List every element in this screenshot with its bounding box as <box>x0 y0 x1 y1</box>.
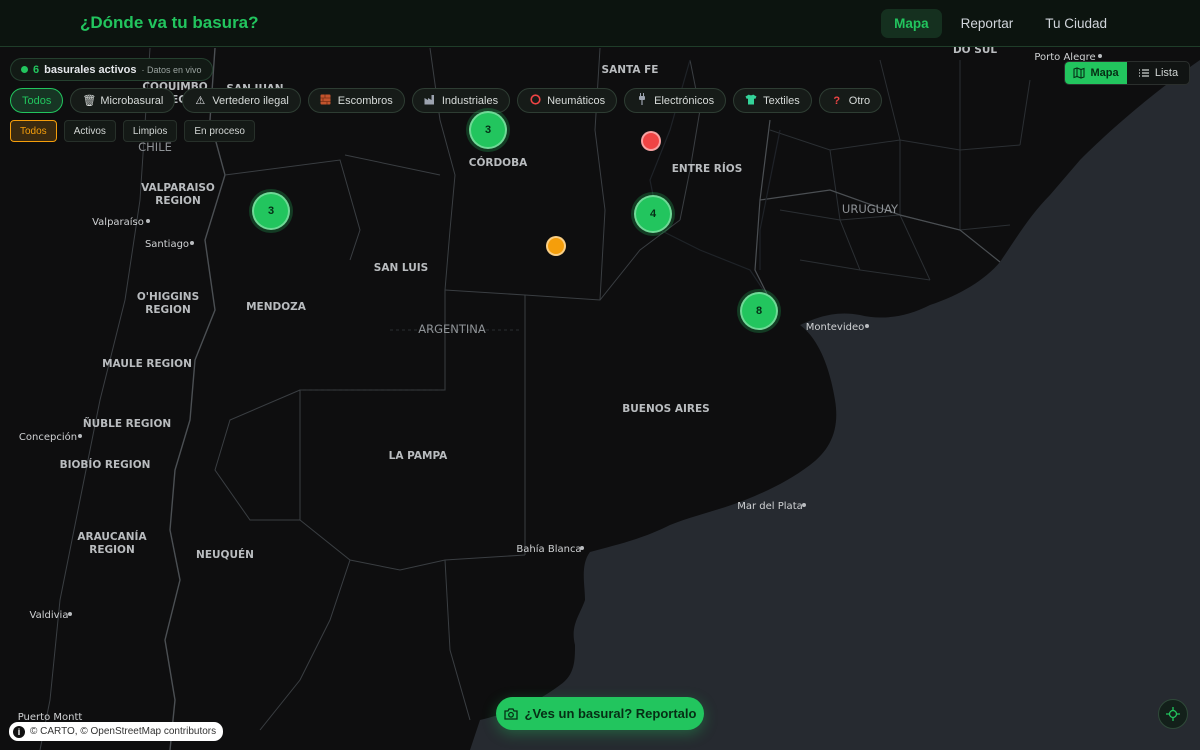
label-biobio: BIOBÍO REGION <box>60 458 151 471</box>
label-santa-fe: SANTA FE <box>602 64 659 76</box>
app-root: DO SUL Porto Alegre SANTA FE COQUIMBO RE… <box>0 0 1200 750</box>
label-maule: MAULE REGION <box>102 358 192 370</box>
label-la-pampa: LA PAMPA <box>389 450 449 462</box>
dump-marker-active[interactable] <box>641 131 661 151</box>
live-status-pill: 6 basurales activos · Datos en vivo <box>10 58 213 81</box>
live-data-label: · Datos en vivo <box>141 64 202 75</box>
label-buenos-aires: BUENOS AIRES <box>622 403 710 415</box>
info-icon[interactable]: i <box>13 725 25 738</box>
cluster-marker[interactable]: 4 <box>634 195 672 233</box>
label-valdivia: Valdivia <box>30 610 69 621</box>
view-map-label: Mapa <box>1090 67 1119 79</box>
tire-icon <box>529 93 541 108</box>
label-entre-rios: ENTRE RÍOS <box>672 162 743 175</box>
view-toggle: Mapa Lista <box>1064 61 1190 85</box>
view-list-label: Lista <box>1154 67 1179 79</box>
label-bahia-blanca: Bahía Blanca <box>516 543 581 555</box>
plug-icon <box>636 93 648 108</box>
top-header: ¿Dónde va tu basura? Mapa Reportar Tu Ci… <box>0 0 1200 47</box>
label-montevideo: Montevideo <box>806 322 864 333</box>
chip-label: Todos <box>22 94 52 107</box>
chip-label: Textiles <box>763 94 800 107</box>
status-todos[interactable]: Todos <box>10 120 57 142</box>
chip-label: Vertedero ilegal <box>212 94 289 107</box>
nav-reportar[interactable]: Reportar <box>948 9 1027 38</box>
warning-icon: ⚠ <box>195 95 206 107</box>
map-attribution: i © CARTO, © OpenStreetMap contributors <box>9 722 224 741</box>
trash-icon: 🗑 <box>82 95 97 107</box>
label-san-luis: SAN LUIS <box>374 262 428 274</box>
map-icon <box>1073 67 1085 79</box>
brand-title[interactable]: ¿Dónde va tu basura? <box>80 13 259 33</box>
label-mar-del-plata: Mar del Plata <box>737 501 803 512</box>
report-cta-button[interactable]: ¿Ves un basural? Reportalo <box>496 697 704 730</box>
cluster-marker[interactable]: 3 <box>469 111 507 149</box>
label-valparaiso: Valparaíso <box>92 216 144 228</box>
category-electronicos[interactable]: Electrónicos <box>624 88 727 113</box>
status-limpios[interactable]: Limpios <box>122 120 178 142</box>
active-label: basurales activos <box>44 63 137 76</box>
category-neumaticos[interactable]: Neumáticos <box>517 88 618 113</box>
chip-label: Industriales <box>441 94 499 107</box>
attribution-text[interactable]: © CARTO, © OpenStreetMap contributors <box>30 726 216 737</box>
status-activos[interactable]: Activos <box>63 120 116 142</box>
status-filters: Todos Activos Limpios En proceso <box>10 120 255 142</box>
main-nav: Mapa Reportar Tu Ciudad <box>881 8 1120 38</box>
camera-icon <box>503 707 518 720</box>
dump-marker-in-progress[interactable] <box>546 236 566 256</box>
label-argentina: ARGENTINA <box>418 322 486 336</box>
category-microbasural[interactable]: 🗑 Microbasural <box>70 88 176 113</box>
category-otro[interactable]: ? Otro <box>818 88 883 113</box>
label-concepcion: Concepción <box>19 431 77 443</box>
category-textiles[interactable]: Textiles <box>733 88 812 113</box>
status-en-proceso[interactable]: En proceso <box>184 120 255 142</box>
brick-icon <box>320 94 332 108</box>
chip-label: Microbasural <box>100 94 164 107</box>
crosshair-icon <box>1166 707 1180 721</box>
nav-tu-ciudad[interactable]: Tu Ciudad <box>1032 9 1120 38</box>
category-filters: Todos 🗑 Microbasural ⚠ Vertedero ilegal Es… <box>10 88 883 113</box>
cluster-marker[interactable]: 8 <box>740 292 778 330</box>
label-santiago: Santiago <box>145 239 189 250</box>
view-map-button[interactable]: Mapa <box>1065 62 1127 84</box>
factory-icon <box>424 94 436 108</box>
label-ohiggins: O'HIGGINS REGION <box>137 291 199 316</box>
view-list-button[interactable]: Lista <box>1127 62 1189 84</box>
category-todos[interactable]: Todos <box>10 88 64 113</box>
chip-label: Neumáticos <box>547 94 606 107</box>
list-icon <box>1138 69 1149 77</box>
cluster-marker[interactable]: 3 <box>252 192 290 230</box>
nav-mapa[interactable]: Mapa <box>881 8 942 38</box>
label-uruguay: URUGUAY <box>842 202 899 216</box>
label-nuble: ÑUBLE REGION <box>83 417 171 430</box>
category-vertedero-ilegal[interactable]: ⚠ Vertedero ilegal <box>182 88 301 113</box>
label-chile: CHILE <box>138 140 172 154</box>
report-cta-label: ¿Ves un basural? Reportalo <box>524 706 697 721</box>
label-neuquen: NEUQUÉN <box>196 548 254 561</box>
active-count: 6 <box>33 63 40 76</box>
label-cordoba: CÓRDOBA <box>469 156 528 169</box>
label-mendoza: MENDOZA <box>246 301 307 313</box>
live-dot-icon <box>21 66 28 73</box>
locate-me-button[interactable] <box>1158 699 1188 729</box>
chip-label: Electrónicos <box>654 94 715 107</box>
chip-label: Escombros <box>337 94 393 107</box>
shirt-icon <box>745 94 757 108</box>
question-icon: ? <box>833 94 841 107</box>
category-industriales[interactable]: Industriales <box>411 88 511 113</box>
chip-label: Otro <box>848 94 871 107</box>
category-escombros[interactable]: Escombros <box>307 88 405 113</box>
